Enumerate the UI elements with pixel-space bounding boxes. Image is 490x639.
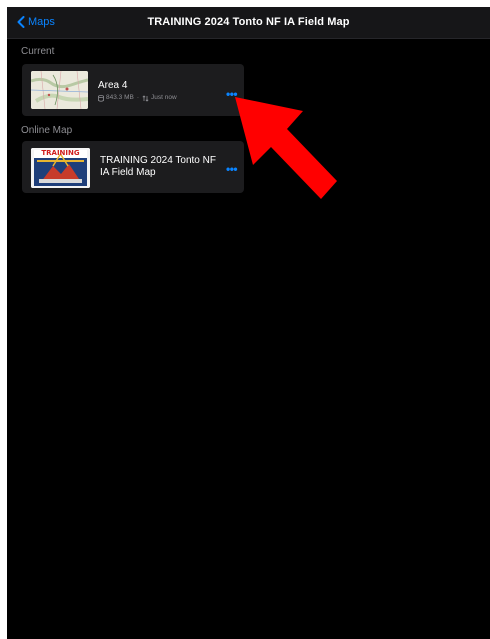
annotation-arrow [235,97,337,199]
map-area-sync-time: Just now [151,94,177,101]
map-thumbnail [31,71,88,109]
map-area-meta: 843.3 MB · Just now [98,94,177,102]
map-area-size: 843.3 MB [106,94,134,101]
online-map-title-line1: TRAINING 2024 Tonto NF [100,155,216,166]
app-screen: Maps TRAINING 2024 Tonto NF IA Field Map… [7,7,490,639]
online-map-thumbnail: TRAINING [31,148,90,188]
meta-separator: · [136,94,139,101]
section-header-online-map: Online Map [21,125,73,136]
map-area-card[interactable]: Area 4 843.3 MB · Just now ••• [22,64,244,116]
training-badge: TRAINING [41,149,80,157]
online-map-title-line2: IA Field Map [100,167,156,178]
map-area-title: Area 4 [98,80,128,91]
online-map-card[interactable]: TRAINING TRAINING 2024 Tonto NF IA Field… [22,141,244,193]
section-header-current: Current [21,46,55,57]
sync-icon [142,94,149,102]
navigation-bar: Maps TRAINING 2024 Tonto NF IA Field Map [7,7,490,39]
storage-icon [98,94,104,102]
page-title: TRAINING 2024 Tonto NF IA Field Map [147,16,350,28]
